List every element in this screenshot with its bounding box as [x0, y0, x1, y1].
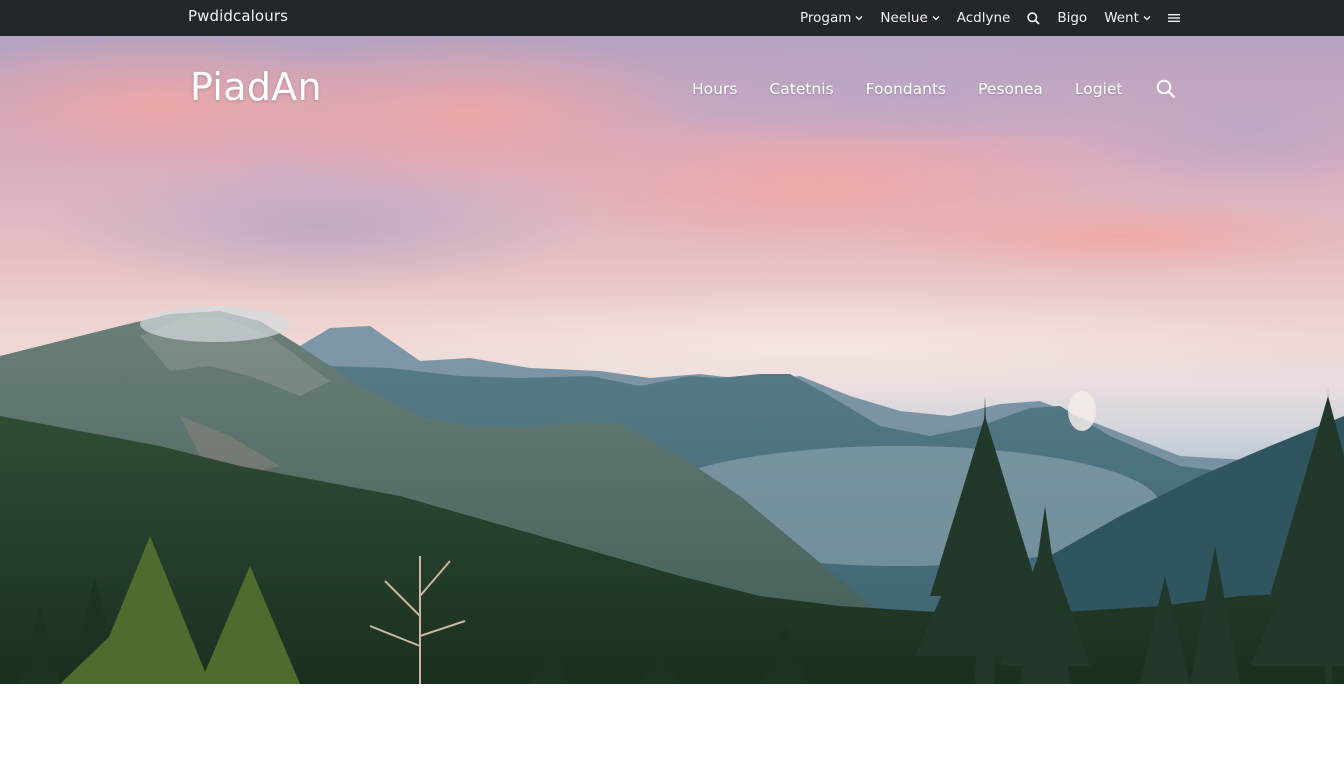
- chevron-down-icon: [1143, 16, 1151, 21]
- chevron-down-icon: [932, 16, 940, 21]
- nav-link-foondants[interactable]: Foondants: [866, 80, 946, 98]
- top-nav-item-neelue[interactable]: Neelue: [880, 10, 940, 26]
- top-nav-item-went[interactable]: Went: [1104, 10, 1151, 26]
- search-icon[interactable]: [1156, 79, 1176, 99]
- menu-icon[interactable]: [1167, 13, 1180, 23]
- top-brand[interactable]: Pwdidcalours: [188, 0, 288, 36]
- top-nav-label: Neelue: [880, 10, 928, 26]
- top-nav-label: Went: [1104, 10, 1139, 26]
- nav-link-hours[interactable]: Hours: [692, 80, 737, 98]
- top-nav-item-bigo[interactable]: Bigo: [1057, 10, 1087, 26]
- top-nav-label: Bigo: [1057, 10, 1088, 26]
- nav-link-pesonea[interactable]: Pesonea: [978, 80, 1043, 98]
- top-nav: Progam Neelue Acdlyne Bigo Went: [800, 0, 1180, 36]
- top-nav-label: Acdlyne: [956, 10, 1011, 26]
- nav-link-logiet[interactable]: Logiet: [1075, 80, 1123, 98]
- top-nav-label: Progam: [800, 10, 852, 26]
- main-nav: Hours Catetnis Foondants Pesonea Logiet: [692, 76, 1176, 102]
- site-logo[interactable]: PiadAn: [190, 65, 322, 109]
- top-nav-item-acdlyne[interactable]: Acdlyne: [957, 10, 1011, 26]
- mountain-landscape-image: [0, 36, 1344, 684]
- nav-link-catetnis[interactable]: Catetnis: [769, 80, 833, 98]
- hero-banner: PiadAn Hours Catetnis Foondants Pesonea …: [0, 36, 1344, 684]
- top-nav-item-program[interactable]: Progam: [800, 10, 863, 26]
- search-icon[interactable]: [1027, 11, 1040, 25]
- content-area-blank: [0, 684, 1344, 768]
- chevron-down-icon: [855, 16, 863, 21]
- top-utility-bar: Pwdidcalours Progam Neelue Acdlyne Bigo …: [0, 0, 1344, 36]
